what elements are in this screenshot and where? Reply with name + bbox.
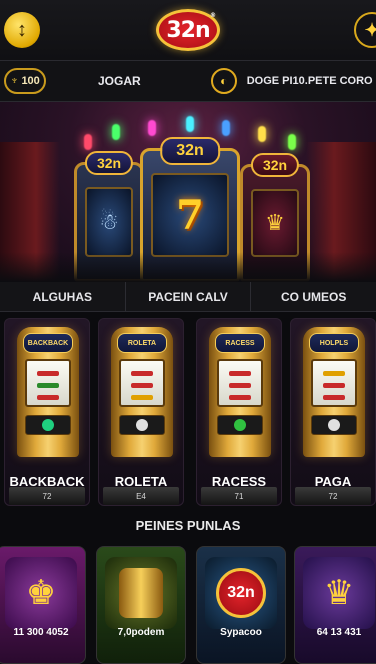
trophy-icon: ♆ bbox=[10, 75, 19, 87]
play-link[interactable]: JOGAR bbox=[98, 74, 141, 88]
slot-card[interactable]: BACKBACK BACKBACK 72 bbox=[4, 318, 90, 506]
card-label: 11 300 4052 bbox=[13, 627, 69, 638]
card-label: 64 13 431 bbox=[316, 627, 362, 638]
slot-name: PAGA bbox=[314, 474, 352, 489]
slot-name: BACKBACK bbox=[9, 474, 85, 489]
coin-icon[interactable]: ◐ bbox=[210, 68, 237, 94]
deposit-link[interactable]: DOGE PI10.PETE CORO bbox=[247, 75, 373, 87]
gold-pot-icon bbox=[105, 557, 177, 629]
card-label: 7,0podem bbox=[117, 627, 165, 638]
balance-pill[interactable]: ♆ 100 bbox=[4, 68, 46, 94]
featured-cards: ♚ 11 300 4052 7,0podem 32n Sypacoo ♛ 64 … bbox=[0, 546, 376, 664]
slot-count: 72 bbox=[328, 492, 338, 501]
slot-reels bbox=[311, 359, 357, 407]
tab-3[interactable]: CO UMEOS bbox=[251, 282, 376, 311]
featured-card[interactable]: 7,0podem bbox=[96, 546, 186, 664]
slot-name: ROLETA bbox=[114, 474, 168, 489]
machine-label: 32n bbox=[160, 137, 220, 165]
machine-screen: 7 bbox=[151, 173, 229, 257]
slot-panel bbox=[311, 415, 357, 435]
treasure-icon: ♛ bbox=[303, 557, 375, 629]
featured-card[interactable]: ♚ 11 300 4052 bbox=[0, 546, 86, 664]
slot-panel bbox=[25, 415, 71, 435]
featured-card[interactable]: 32n Sypacoo bbox=[196, 546, 286, 664]
balance-value: 100 bbox=[21, 75, 40, 87]
featured-card[interactable]: ♛ 64 13 431 bbox=[294, 546, 376, 664]
slot-header: RACESS bbox=[215, 333, 265, 353]
slot-cabinet: ROLETA bbox=[111, 327, 173, 457]
slot-cabinet: RACESS bbox=[209, 327, 271, 457]
slot-panel bbox=[217, 415, 263, 435]
slot-reels bbox=[217, 359, 263, 407]
slot-header: ROLETA bbox=[117, 333, 167, 353]
lucky-seven: 7 bbox=[176, 191, 204, 239]
character-icon: ☃ bbox=[99, 209, 119, 234]
app-header: ↕ 32n ® ✦ bbox=[0, 0, 376, 60]
slot-grid: BACKBACK BACKBACK 72 ROLETA ROLETA E4 RA… bbox=[0, 318, 376, 506]
logo-badge: ® bbox=[210, 12, 216, 19]
slot-header: BACKBACK bbox=[23, 333, 73, 353]
slot-name: RACESS bbox=[211, 474, 267, 489]
slot-header: HOLPLS bbox=[309, 333, 359, 353]
slot-card[interactable]: HOLPLS PAGA 72 bbox=[290, 318, 376, 506]
brand-logo[interactable]: 32n ® bbox=[156, 9, 220, 51]
slot-panel bbox=[119, 415, 165, 435]
brand-coin-icon: 32n bbox=[205, 557, 277, 629]
machine-screen: ♛ bbox=[251, 189, 299, 257]
machine-label: 32n bbox=[250, 153, 300, 177]
slot-card[interactable]: ROLETA ROLETA E4 bbox=[98, 318, 184, 506]
slot-cabinet: HOLPLS bbox=[303, 327, 365, 457]
tab-1[interactable]: ALGUHAS bbox=[0, 282, 126, 311]
slot-reels bbox=[25, 359, 71, 407]
machine-label: 32n bbox=[84, 151, 134, 175]
sparkle-icon[interactable]: ✦ bbox=[354, 12, 376, 48]
banner-fade bbox=[0, 252, 376, 282]
info-bar: ♆ 100 JOGAR ◐ DOGE PI10.PETE CORO bbox=[0, 60, 376, 102]
section-title: PEINES PUNLAS bbox=[135, 518, 241, 533]
slot-card[interactable]: RACESS RACESS 71 bbox=[196, 318, 282, 506]
machine-screen: ☃ bbox=[85, 187, 133, 257]
tab-2[interactable]: PACEIN CALV bbox=[126, 282, 252, 311]
logo-text: 32n bbox=[166, 17, 210, 43]
slot-count: 71 bbox=[234, 492, 244, 501]
hero-banner[interactable]: 32n ☃ 32n ♛ 32n 7 bbox=[0, 102, 376, 282]
slot-cabinet: BACKBACK bbox=[17, 327, 79, 457]
category-tabs: ALGUHAS PACEIN CALV CO UMEOS bbox=[0, 282, 376, 312]
updown-arrows-icon[interactable]: ↕ bbox=[4, 12, 40, 48]
slot-count: E4 bbox=[136, 492, 146, 501]
crown-icon: ♛ bbox=[265, 210, 285, 235]
slot-reels bbox=[119, 359, 165, 407]
card-label: Sypacoo bbox=[220, 627, 262, 638]
jester-icon: ♚ bbox=[5, 557, 77, 629]
slot-count: 72 bbox=[42, 492, 52, 501]
